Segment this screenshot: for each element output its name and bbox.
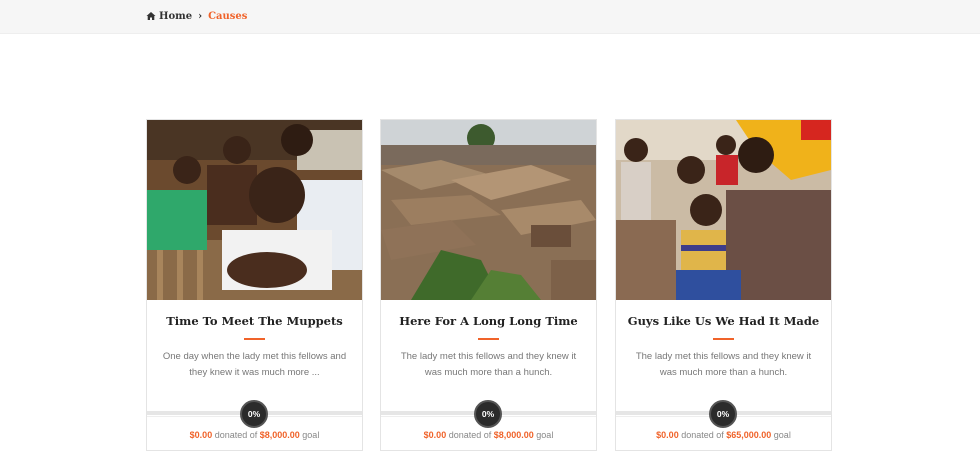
chevron-right-icon: › — [198, 10, 203, 22]
cause-description: One day when the lady met this fellows a… — [162, 351, 347, 378]
progress-badge: 0% — [474, 400, 502, 428]
cause-title[interactable]: Time To Meet The Muppets — [147, 314, 362, 328]
breadcrumb-bar: Home › Causes — [0, 0, 980, 34]
title-underline — [244, 338, 265, 340]
donated-text: donated of — [212, 430, 260, 440]
donated-text: donated of — [446, 430, 494, 440]
raised-amount: $0.00 — [189, 430, 213, 440]
title-underline — [478, 338, 499, 340]
cause-title[interactable]: Here For A Long Long Time — [381, 314, 596, 328]
raised-amount: $0.00 — [656, 430, 679, 440]
donation-summary: $0.00 donated of $65,000.00 goal — [616, 430, 831, 440]
donation-summary: $0.00 donated of $8,000.00 goal — [147, 430, 362, 440]
goal-text: goal — [299, 430, 320, 440]
cause-card: Time To Meet The Muppets One day when th… — [146, 119, 363, 451]
goal-amount: $65,000.00 — [726, 430, 772, 440]
goal-amount: $8,000.00 — [493, 430, 534, 440]
donation-summary: $0.00 donated of $8,000.00 goal — [381, 430, 596, 440]
goal-text: goal — [771, 430, 791, 440]
progress-badge: 0% — [709, 400, 737, 428]
title-underline — [713, 338, 734, 340]
progress-badge: 0% — [240, 400, 268, 428]
breadcrumb-home-link[interactable]: Home — [159, 11, 192, 22]
cause-card: Here For A Long Long Time The lady met t… — [380, 119, 597, 451]
breadcrumb: Home › Causes — [146, 9, 247, 23]
cause-title[interactable]: Guys Like Us We Had It Made — [616, 314, 831, 328]
goal-text: goal — [533, 430, 554, 440]
home-icon — [146, 12, 156, 20]
donated-text: donated of — [678, 430, 727, 440]
cause-photo[interactable] — [381, 120, 596, 300]
cause-photo[interactable] — [147, 120, 362, 300]
goal-amount: $8,000.00 — [259, 430, 300, 440]
breadcrumb-current: Causes — [208, 10, 248, 22]
cause-card: Guys Like Us We Had It Made The lady met… — [615, 119, 832, 451]
cause-description: The lady met this fellows and they knew … — [400, 351, 577, 378]
cause-photo[interactable] — [616, 120, 831, 300]
cause-description: The lady met this fellows and they knew … — [635, 351, 812, 378]
raised-amount: $0.00 — [423, 430, 447, 440]
